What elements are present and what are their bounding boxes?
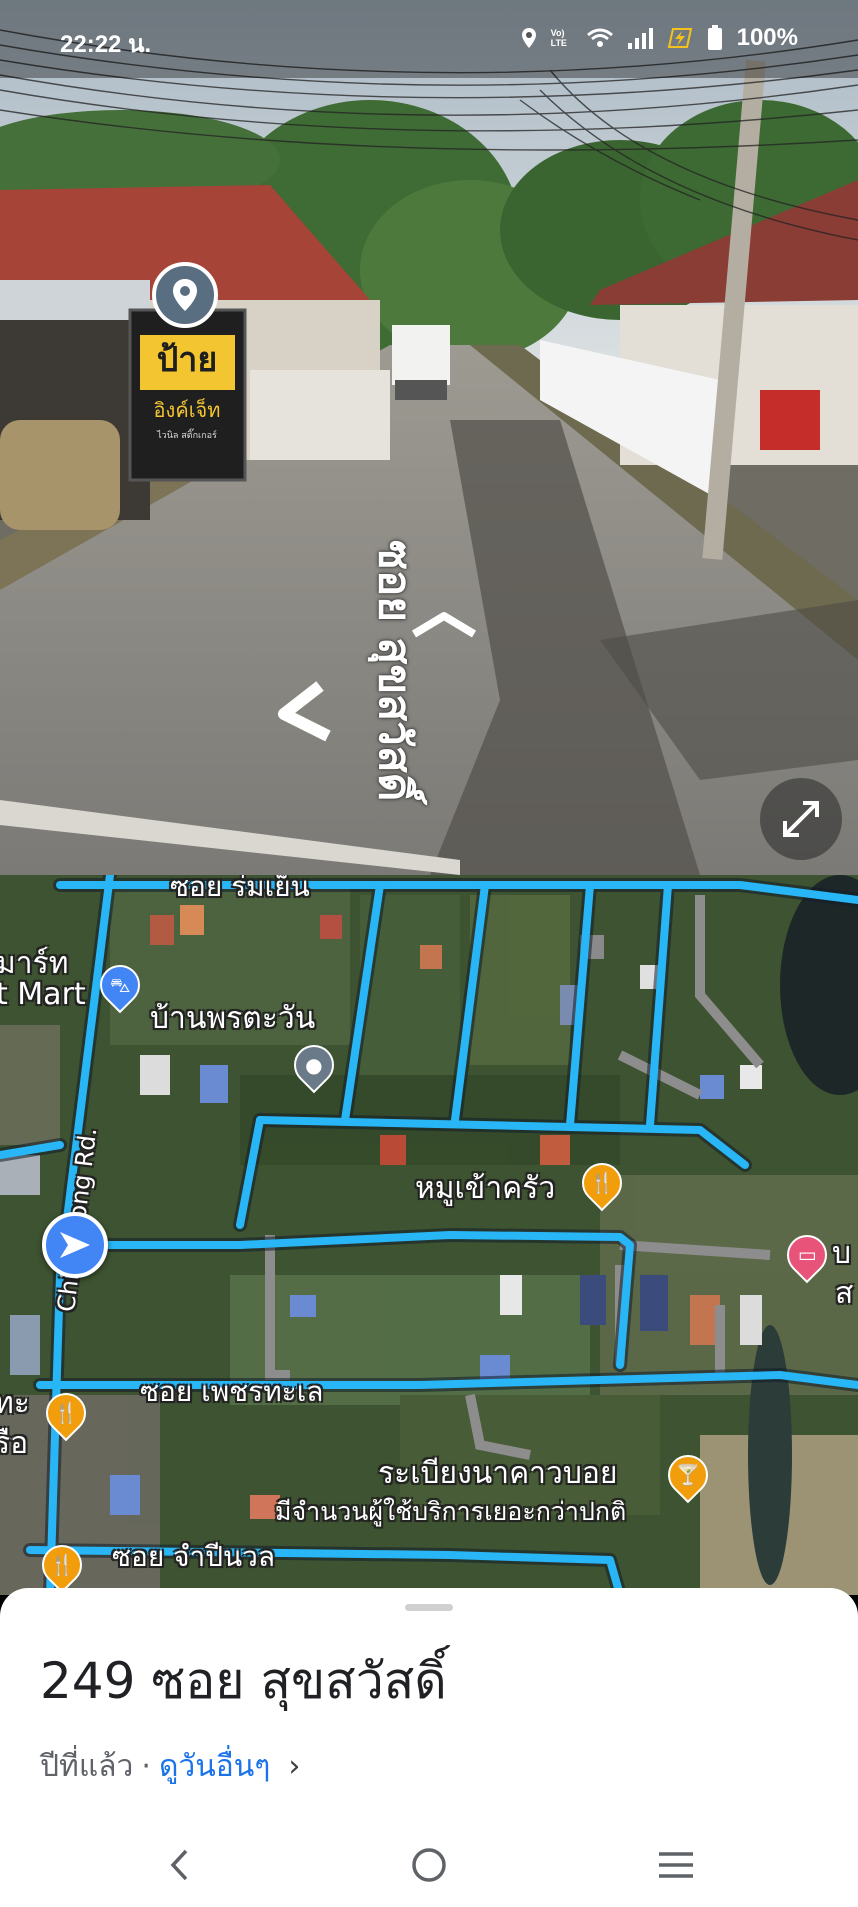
chevron-right-icon[interactable]: › xyxy=(288,1749,300,1784)
satellite-map[interactable]: ซอย ร่มเย็น มาร์ท t Mart บ้านพรตะวัน Chi… xyxy=(0,875,858,1595)
restaurant-label: หมูเข้าครัว xyxy=(415,1171,556,1206)
status-icons: Vo) LTE 100% xyxy=(521,24,798,52)
capture-date-row: ปีที่แล้ว · ดูวันอื่นๆ › xyxy=(40,1743,300,1790)
road-label-top: ซอย ร่มเย็น xyxy=(170,875,310,903)
fork-knife-icon: 🍴 xyxy=(49,1553,75,1577)
shopping-bag-icon: ⛍ xyxy=(109,973,131,997)
bar-label: ระเบียงนาคาวบอย xyxy=(378,1456,618,1491)
place-dot-icon: ● xyxy=(305,1053,323,1078)
shop-sign-sub-text: อิงค์เจ็ท xyxy=(153,398,221,422)
heading-arrow-icon xyxy=(60,1232,90,1258)
battery-icon xyxy=(707,25,722,50)
recents-button[interactable] xyxy=(636,1830,716,1900)
shop-sign-main-text: ป้าย xyxy=(156,340,218,380)
road-label-bottom: ซอย จำปีนวล xyxy=(112,1540,276,1573)
road-marking-label: ซอย สุขสวัสดิ์ xyxy=(369,540,420,802)
charging-icon xyxy=(667,28,692,48)
see-other-dates-link[interactable]: ดูวันอื่นๆ xyxy=(159,1743,270,1790)
home-icon xyxy=(412,1848,446,1882)
status-time: 22:22 น. xyxy=(60,31,152,58)
wifi-icon xyxy=(586,28,613,47)
left-label-edge2: รือ xyxy=(0,1426,29,1461)
date-separator: · xyxy=(141,1749,151,1784)
lodging-label-edge2: ส xyxy=(835,1276,854,1311)
bed-icon: ▭ xyxy=(797,1243,817,1267)
status-bar: 22:22 น. Vo) LTE 100% xyxy=(0,0,858,78)
place-pin-marker[interactable] xyxy=(152,262,218,328)
street-view-panorama[interactable]: 22:22 น. Vo) LTE 100% ป้าย อิงค์เจ็ท ไวน… xyxy=(0,0,858,875)
fork-knife-icon: 🍴 xyxy=(589,1171,615,1195)
shop-sign-top-text: ไวนิล สติ๊กเกอร์ xyxy=(157,431,217,441)
fork-knife-icon: 🍴 xyxy=(53,1401,79,1425)
road-label-mid: ซอย เพชรทะเล xyxy=(140,1375,324,1408)
house-label: บ้านพรตะวัน xyxy=(150,1001,316,1036)
place-title: 249 ซอย สุขสวัสดิ์ xyxy=(40,1652,447,1710)
back-icon xyxy=(170,1849,188,1881)
place-bottom-sheet[interactable]: 249 ซอย สุขสวัสดิ์ ปีที่แล้ว · ดูวันอื่น… xyxy=(0,1588,858,1907)
location-icon xyxy=(521,28,536,48)
volte-icon: Vo) LTE xyxy=(550,28,567,48)
mart-label-line2: t Mart xyxy=(0,977,86,1012)
battery-percent: 100% xyxy=(736,24,798,51)
system-nav-bar xyxy=(0,1830,858,1907)
back-button[interactable] xyxy=(140,1830,220,1900)
recents-icon xyxy=(659,1852,693,1878)
signal-icon xyxy=(627,28,653,49)
home-button[interactable] xyxy=(389,1830,469,1900)
expand-button[interactable] xyxy=(760,778,842,860)
capture-date-text: ปีที่แล้ว xyxy=(40,1749,134,1784)
chevron-left-icon[interactable] xyxy=(272,680,334,742)
cocktail-icon: 🍸 xyxy=(675,1463,701,1487)
drag-handle[interactable] xyxy=(405,1604,453,1611)
chevron-forward-icon[interactable] xyxy=(410,610,478,640)
shop-sign: ป้าย อิงค์เจ็ท ไวนิล สติ๊กเกอร์ xyxy=(132,312,242,442)
expand-icon xyxy=(783,801,819,837)
current-view-marker[interactable] xyxy=(42,1212,108,1278)
bar-busy-note: มีจำนวนผู้ใช้บริการเยอะกว่าปกติ xyxy=(275,1497,627,1526)
location-pin-icon xyxy=(173,279,197,311)
